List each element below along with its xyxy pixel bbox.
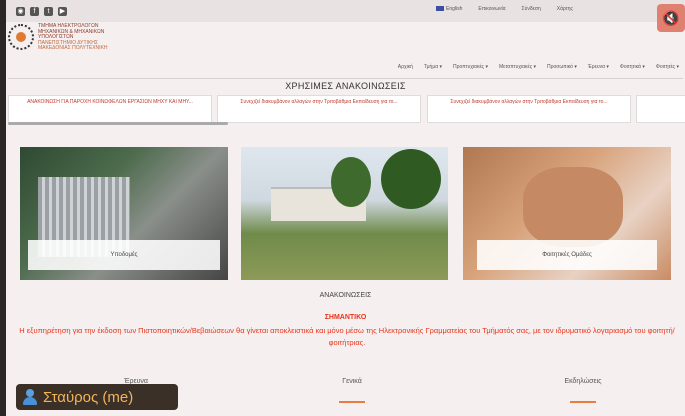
nav-undergraduate[interactable]: Προπτυχιακές ▾ — [453, 64, 488, 70]
tab-label: Εκδηλώσεις — [564, 378, 602, 385]
tree-shape — [331, 157, 371, 207]
webpage: ◉ f t ▶ English Επικοινωνία Σύνδεση Χάρτ… — [6, 0, 685, 416]
feature-label: Υποδομές — [28, 240, 220, 270]
divider — [8, 78, 683, 79]
carousel-scrollbar[interactable] — [8, 122, 228, 125]
feature-student-groups[interactable]: Φοιτητικές Ομάδες — [463, 147, 671, 280]
map-link[interactable]: Χάρτης — [557, 6, 573, 12]
nav-postgraduate[interactable]: Μεταπτυχιακές ▾ — [499, 64, 536, 70]
announcement-card[interactable]: ΑΝΑΚΟΙΝΩΣΗ ΓΙΑ ΠΑΡΟΧΗ ΚΟΙΝΩΦΕΛΩΝ ΕΡΓΑΣΙΩ… — [8, 95, 212, 123]
login-link[interactable]: Σύνδεση — [522, 6, 541, 12]
user-icon — [22, 388, 37, 406]
logo-text[interactable]: ΤΜΗΜΑ ΗΛΕΚΤΡΟΛΟΓΩΝ ΜΗΧΑΝΙΚΩΝ & ΜΗΧΑΝΙΚΩΝ… — [38, 23, 128, 52]
social-icons: ◉ f t ▶ — [16, 6, 67, 16]
nav-student-affairs[interactable]: Φοιτητικά ▾ — [620, 64, 645, 70]
announcement-card[interactable]: Συνεχιζεί διακυμβάνον αλλαγών στην Τριτο… — [427, 95, 631, 123]
youtube-icon[interactable]: ▶ — [58, 6, 67, 16]
announcements-title: ΑΝΑΚΟΙΝΩΣΕΙΣ — [319, 292, 372, 299]
logo-core — [16, 32, 26, 42]
nav-department[interactable]: Τμήμα ▾ — [424, 64, 442, 70]
feature-label: Φοιτητικές Ομάδες — [477, 240, 657, 270]
site-header: ΤΜΗΜΑ ΗΛΕΚΤΡΟΛΟΓΩΝ ΜΗΧΑΝΙΚΩΝ & ΜΗΧΑΝΙΚΩΝ… — [6, 22, 685, 78]
language-label: English — [446, 6, 463, 12]
feature-campus[interactable] — [241, 147, 448, 280]
logo-subtitle: ΠΑΝΕΠΙΣΤΗΜΙΟ ΔΥΤΙΚΗΣ ΜΑΚΕΔΟΝΙΑΣ ΠΟΛΥΤΕΧΝ… — [38, 39, 108, 51]
department-logo[interactable] — [8, 24, 34, 50]
language-link[interactable]: English — [436, 6, 462, 12]
muted-mic-icon[interactable]: 🔇 — [657, 4, 685, 32]
feature-infrastructure[interactable]: Υποδομές — [20, 147, 228, 280]
useful-announcements-title: ΧΡΗΣΙΜΕΣ ΑΝΑΚΟΙΝΩΣΕΙΣ — [285, 81, 406, 91]
contact-link[interactable]: Επικοινωνία — [478, 6, 505, 12]
announcement-card[interactable]: Συνεχιζεί διακυμβάνον αλλαγών στην Τριτο… — [217, 95, 421, 123]
top-bar: ◉ f t ▶ English Επικοινωνία Σύνδεση Χάρτ… — [6, 0, 685, 22]
tab-underline — [570, 401, 596, 403]
user-icon-head — [26, 388, 34, 397]
nav-staff[interactable]: Προσωπικό ▾ — [547, 64, 577, 70]
important-label: ΣΗΜΑΝΤΙΚΟ — [324, 314, 367, 321]
nav-research[interactable]: Έρευνα ▾ — [588, 64, 609, 70]
logo-title: ΤΜΗΜΑ ΗΛΕΚΤΡΟΛΟΓΩΝ ΜΗΧΑΝΙΚΩΝ & ΜΗΧΑΝΙΚΩΝ… — [38, 23, 105, 40]
user-icon-body — [23, 396, 37, 405]
participant-name: Σταύρος (me) — [43, 388, 134, 406]
tab-events[interactable]: Εκδηλώσεις — [548, 378, 618, 403]
announcement-card[interactable] — [636, 95, 685, 123]
rss-icon[interactable]: ◉ — [16, 6, 25, 16]
video-participant-chip: Σταύρος (me) — [16, 384, 178, 410]
facebook-icon[interactable]: f — [30, 6, 39, 16]
tab-label: Γενικά — [342, 378, 362, 385]
twitter-icon[interactable]: t — [44, 6, 53, 16]
nav-students[interactable]: Φοιτητές ▾ — [656, 64, 679, 70]
teamwork-hands-photo — [523, 167, 623, 247]
main-nav: Αρχική Τμήμα ▾ Προπτυχιακές ▾ Μεταπτυχια… — [398, 64, 679, 70]
flag-icon — [436, 6, 444, 12]
important-notice: Η εξυπηρέτηση για την έκδοση των Πιστοπο… — [19, 326, 675, 347]
nav-home[interactable]: Αρχική — [398, 64, 413, 70]
top-links: English Επικοινωνία Σύνδεση Χάρτης — [436, 6, 573, 12]
useful-announcements-carousel: ΑΝΑΚΟΙΝΩΣΗ ΓΙΑ ΠΑΡΟΧΗ ΚΟΙΝΩΦΕΛΩΝ ΕΡΓΑΣΙΩ… — [6, 95, 685, 125]
tab-general[interactable]: Γενικά — [332, 378, 372, 403]
tab-underline — [339, 401, 365, 403]
tree-shape — [381, 149, 441, 209]
